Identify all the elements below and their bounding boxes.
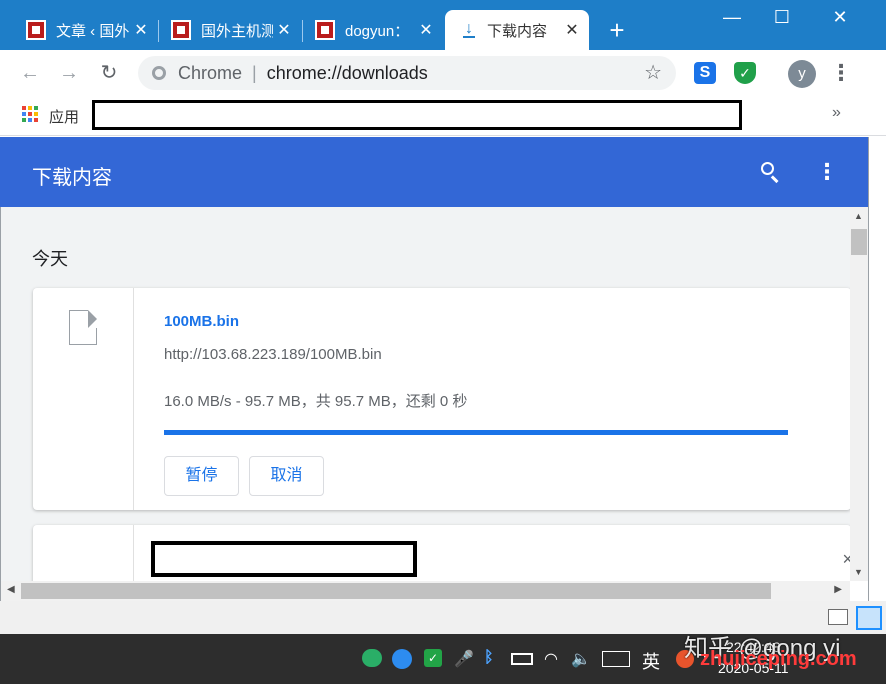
- pause-button[interactable]: 暂停: [164, 456, 239, 496]
- omnibox-label: Chrome: [178, 63, 242, 84]
- minimize-button[interactable]: —: [712, 4, 752, 30]
- omnibox-divider: |: [252, 63, 257, 84]
- search-icon[interactable]: [758, 159, 784, 185]
- apps-grid-dot: [22, 106, 26, 110]
- reload-button[interactable]: ↻: [96, 60, 122, 86]
- tab-1[interactable]: 文章 ‹ 国外 ✕: [0, 10, 158, 50]
- vertical-scrollbar[interactable]: ▲ ▼: [850, 207, 868, 581]
- apps-grid-icon[interactable]: [22, 106, 38, 122]
- site-watermark: zhujiceping.com: [700, 648, 857, 671]
- redacted-bookmarks: [92, 100, 742, 130]
- preview-view-icon[interactable]: [856, 606, 882, 630]
- bookmarks-overflow-icon[interactable]: »: [832, 104, 841, 122]
- more-options-icon[interactable]: ⋮: [816, 159, 836, 185]
- progress-fill: [164, 430, 788, 435]
- security-icon[interactable]: ✓: [424, 649, 442, 667]
- downloads-list: 今天 100MB.bin http://103.68.223.189/100MB…: [0, 207, 850, 581]
- wifi-icon[interactable]: ◠: [544, 649, 558, 669]
- window-border: [868, 137, 869, 601]
- apps-grid-dot: [34, 118, 38, 122]
- details-view-icon[interactable]: [828, 609, 848, 625]
- tab-2[interactable]: 国外主机测 ✕: [159, 10, 301, 50]
- title-bar: 文章 ‹ 国外 ✕ 国外主机测 ✕ dogyun： ✕ ↓ 下载内容 ✕ + —…: [0, 0, 886, 50]
- apps-grid-dot: [28, 106, 32, 110]
- browser-menu-icon[interactable]: ⋮: [830, 60, 850, 86]
- file-name-link[interactable]: 100MB.bin: [164, 313, 239, 330]
- profile-avatar[interactable]: y: [788, 60, 816, 88]
- remove-item-icon[interactable]: ×: [842, 549, 850, 570]
- chrome-icon: [152, 66, 166, 80]
- apps-grid-dot: [28, 112, 32, 116]
- forward-button[interactable]: →: [56, 60, 82, 86]
- file-url[interactable]: http://103.68.223.189/100MB.bin: [164, 346, 382, 363]
- site-favicon-icon: [171, 20, 191, 40]
- new-tab-button[interactable]: +: [604, 15, 630, 45]
- shield-extension-icon[interactable]: ✓: [734, 62, 756, 84]
- address-bar[interactable]: Chrome | chrome://downloads ☆: [138, 56, 676, 90]
- omnibox-url[interactable]: chrome://downloads: [267, 63, 428, 84]
- wechat-icon[interactable]: [362, 649, 382, 667]
- bookmark-star-icon[interactable]: ☆: [644, 60, 662, 85]
- redacted-download: [151, 541, 417, 577]
- date-heading: 今天: [32, 245, 68, 271]
- bluetooth-icon[interactable]: ᛒ: [484, 649, 494, 667]
- tab-title: 国外主机测: [201, 20, 273, 41]
- download-item: 100MB.bin http://103.68.223.189/100MB.bi…: [33, 288, 850, 510]
- tab-title: dogyun：: [345, 20, 415, 41]
- tab-close-icon[interactable]: ✕: [130, 20, 152, 40]
- site-favicon-icon: [26, 20, 46, 40]
- apps-shortcut[interactable]: 应用: [49, 106, 79, 127]
- page-title: 下载内容: [32, 161, 112, 190]
- scroll-thumb[interactable]: [851, 229, 867, 255]
- downloads-header: 下载内容 ⋮: [0, 137, 868, 207]
- tab-close-icon[interactable]: ✕: [273, 20, 295, 40]
- scroll-left-icon[interactable]: ◀: [7, 584, 15, 595]
- apps-grid-dot: [34, 112, 38, 116]
- scroll-down-icon[interactable]: ▼: [854, 567, 863, 577]
- apps-grid-dot: [22, 118, 26, 122]
- tab-title: 文章 ‹ 国外: [56, 20, 130, 41]
- scroll-thumb[interactable]: [21, 583, 771, 599]
- apps-grid-dot: [22, 112, 26, 116]
- tab-downloads[interactable]: ↓ 下载内容 ✕: [445, 10, 589, 50]
- cancel-button[interactable]: 取消: [249, 456, 324, 496]
- volume-icon[interactable]: 🔈: [571, 649, 591, 669]
- microphone-icon[interactable]: 🎤: [454, 649, 474, 669]
- horizontal-scrollbar[interactable]: ◀ ▶: [0, 581, 850, 601]
- apps-grid-dot: [28, 118, 32, 122]
- back-button[interactable]: ←: [17, 60, 43, 86]
- extension-s-icon[interactable]: S: [694, 62, 716, 84]
- tab-title: 下载内容: [487, 20, 561, 41]
- window-close-button[interactable]: ✕: [820, 4, 860, 30]
- scroll-up-icon[interactable]: ▲: [854, 211, 863, 221]
- browser-toolbar: ← → ↻ Chrome | chrome://downloads ☆ S ✓ …: [0, 50, 886, 96]
- maximize-button[interactable]: ☐: [762, 4, 802, 30]
- site-favicon-icon: [315, 20, 335, 40]
- download-icon: ↓: [461, 22, 477, 38]
- tab-3[interactable]: dogyun： ✕: [303, 10, 443, 50]
- input-method-indicator[interactable]: 英: [642, 648, 660, 674]
- card-divider: [133, 288, 134, 510]
- tray-app-icon[interactable]: [392, 649, 412, 669]
- tab-close-icon[interactable]: ✕: [415, 20, 437, 40]
- keyboard-icon[interactable]: [602, 651, 630, 667]
- apps-grid-dot: [34, 106, 38, 110]
- file-icon: [69, 310, 97, 345]
- card-divider: [133, 525, 134, 581]
- download-item: ×: [33, 525, 850, 581]
- tab-close-icon[interactable]: ✕: [561, 20, 583, 40]
- scroll-right-icon[interactable]: ▶: [834, 584, 842, 595]
- battery-icon[interactable]: [511, 653, 533, 665]
- download-status: 16.0 MB/s - 95.7 MB，共 95.7 MB，还剩 0 秒: [164, 390, 467, 411]
- bookmarks-bar: 应用 »: [0, 96, 886, 136]
- download-progress-bar: [164, 430, 788, 435]
